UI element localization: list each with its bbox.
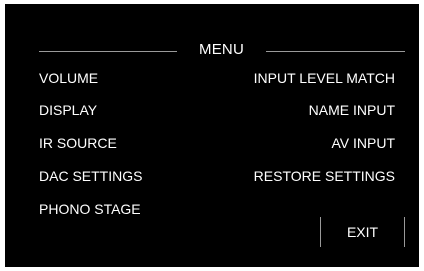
menu-title: MENU xyxy=(199,41,244,58)
menu-header: MENU xyxy=(39,40,405,60)
menu-item-display[interactable]: DISPLAY xyxy=(39,101,97,119)
exit-divider-right xyxy=(404,217,405,247)
menu-item-restore-settings[interactable]: RESTORE SETTINGS xyxy=(254,167,395,185)
header-rule-right xyxy=(266,51,405,52)
header-rule-left xyxy=(39,51,177,52)
menu-item-phono-stage[interactable]: PHONO STAGE xyxy=(39,200,141,218)
menu-item-volume[interactable]: VOLUME xyxy=(39,69,98,87)
menu-screen: MENU VOLUME DISPLAY IR SOURCE DAC SETTIN… xyxy=(0,0,424,271)
menu-item-name-input[interactable]: NAME INPUT xyxy=(309,101,395,119)
exit-button[interactable]: EXIT xyxy=(320,217,405,247)
exit-label: EXIT xyxy=(346,224,379,240)
menu-item-ir-source[interactable]: IR SOURCE xyxy=(39,134,117,152)
menu-item-input-level-match[interactable]: INPUT LEVEL MATCH xyxy=(254,69,395,87)
menu-item-av-input[interactable]: AV INPUT xyxy=(331,134,395,152)
menu-item-dac-settings[interactable]: DAC SETTINGS xyxy=(39,167,142,185)
